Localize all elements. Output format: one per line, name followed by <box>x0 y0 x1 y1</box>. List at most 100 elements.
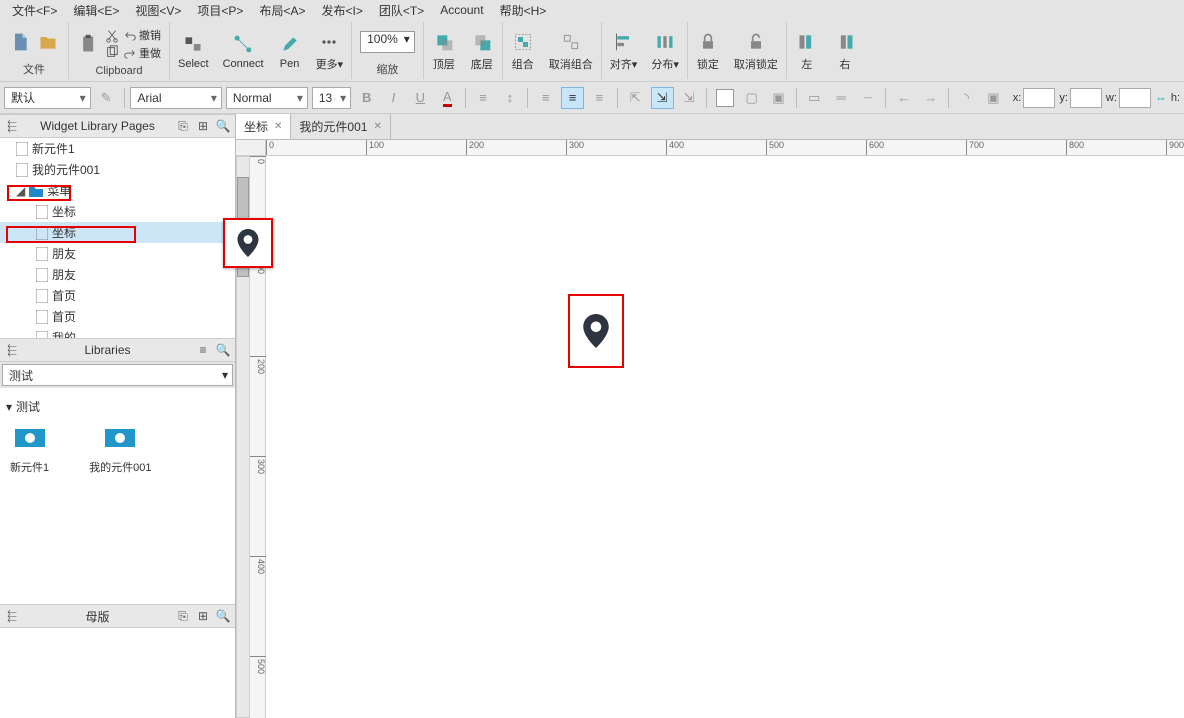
open-file-icon[interactable] <box>36 30 60 54</box>
ribbon-order-group: 顶层 底层 <box>424 22 503 79</box>
document-tabs: 坐标✕ 我的元件001✕ <box>236 114 1184 140</box>
tree-page[interactable]: 新元件1 <box>0 138 235 159</box>
close-icon[interactable]: ✕ <box>373 121 381 132</box>
bullets-button[interactable]: ≡ <box>472 87 495 109</box>
add-sibling-icon[interactable]: ⎘ <box>175 608 191 624</box>
align-center-text-button[interactable]: ≡ <box>561 87 584 109</box>
search-icon[interactable]: 🔍 <box>215 608 231 624</box>
tab[interactable]: 我的元件001✕ <box>291 114 390 139</box>
menu-project[interactable]: 项目<P> <box>189 0 251 21</box>
ribbon-align-group: 对齐▾ 分布▾ <box>602 22 688 79</box>
more-tools-icon[interactable] <box>317 30 341 54</box>
zoom-select[interactable]: 100% <box>360 31 415 53</box>
valign-bottom-button[interactable]: ⇲ <box>678 87 701 109</box>
menu-help[interactable]: 帮助<H> <box>492 0 555 21</box>
font-color-button[interactable]: A <box>436 87 459 109</box>
distribute-icon[interactable] <box>653 30 677 54</box>
library-widget[interactable]: 我的元件001 <box>89 429 151 475</box>
redo-button[interactable]: 重做 <box>123 45 161 61</box>
tree-folder[interactable]: ◢菜单 <box>0 180 235 201</box>
canvas[interactable] <box>266 156 1184 718</box>
menu-view[interactable]: 视图<V> <box>127 0 189 21</box>
tree-page[interactable]: 我的 <box>0 327 235 338</box>
tree-page[interactable]: 朋友 <box>0 243 235 264</box>
x-input[interactable] <box>1023 88 1055 108</box>
menu-arrange[interactable]: 布局<A> <box>251 0 313 21</box>
search-icon[interactable]: 🔍 <box>215 342 231 358</box>
y-input[interactable] <box>1070 88 1102 108</box>
underline-button[interactable]: U <box>409 87 432 109</box>
border-width-button[interactable]: ═ <box>830 87 853 109</box>
menu-icon[interactable]: ≡ <box>195 342 211 358</box>
align-left-icon[interactable] <box>795 30 819 54</box>
font-size-select[interactable]: 13 <box>312 87 351 109</box>
paste-icon[interactable] <box>77 32 101 56</box>
outer-shadow-button[interactable]: ▢ <box>740 87 763 109</box>
cut-icon[interactable] <box>105 29 119 43</box>
collapse-icon[interactable]: ⬱ <box>4 342 20 358</box>
search-icon[interactable]: 🔍 <box>215 118 231 134</box>
add-sibling-icon[interactable]: ⎘ <box>175 118 191 134</box>
align-right-text-button[interactable]: ≡ <box>588 87 611 109</box>
tree-page[interactable]: 坐标 <box>0 201 235 222</box>
paint-format-icon[interactable]: ✎ <box>95 87 118 109</box>
style-select[interactable]: 默认 <box>4 87 91 109</box>
lock-icon[interactable] <box>696 30 720 54</box>
copy-icon[interactable] <box>105 45 119 59</box>
unlock-icon[interactable] <box>744 30 768 54</box>
fill-color-button[interactable] <box>713 87 736 109</box>
menu-publish[interactable]: 发布<I> <box>313 0 370 21</box>
close-icon[interactable]: ✕ <box>274 121 282 132</box>
undo-button[interactable]: 撤销 <box>123 27 161 43</box>
valign-top-button[interactable]: ⇱ <box>624 87 647 109</box>
tree-page[interactable]: 朋友 <box>0 264 235 285</box>
y-label: y: <box>1059 92 1068 104</box>
tree-page[interactable]: 首页 <box>0 285 235 306</box>
group-icon[interactable] <box>511 30 535 54</box>
library-select[interactable]: 测试 <box>2 364 233 386</box>
line-end2-button[interactable]: → <box>919 87 942 109</box>
location-pin-widget[interactable] <box>568 294 624 368</box>
collapse-icon[interactable]: ⬱ <box>4 608 20 624</box>
connect-tool-icon[interactable] <box>231 32 255 56</box>
line-end1-button[interactable]: ← <box>892 87 915 109</box>
tree-page-selected[interactable]: 坐标 <box>0 222 235 243</box>
padding-button[interactable]: ▣ <box>982 87 1005 109</box>
border-style-button[interactable]: ┈ <box>857 87 880 109</box>
tree-page[interactable]: 首页 <box>0 306 235 327</box>
library-widget[interactable]: 新元件1 <box>10 429 49 475</box>
valign-middle-button[interactable]: ⇲ <box>651 87 674 109</box>
corner-radius-button[interactable]: ◝ <box>955 87 978 109</box>
align-right-icon[interactable] <box>833 30 857 54</box>
bring-front-icon[interactable] <box>432 30 456 54</box>
w-input[interactable] <box>1119 88 1151 108</box>
menu-account[interactable]: Account <box>432 1 491 19</box>
lock-ratio-icon[interactable]: ⇔ <box>1155 91 1167 105</box>
menu-team[interactable]: 团队<T> <box>371 0 432 21</box>
add-child-icon[interactable]: ⊞ <box>195 118 211 134</box>
italic-button[interactable]: I <box>382 87 405 109</box>
align-icon[interactable] <box>612 30 636 54</box>
tree-page[interactable]: 我的元件001 <box>0 159 235 180</box>
inner-shadow-button[interactable]: ▣ <box>767 87 790 109</box>
bold-button[interactable]: B <box>355 87 378 109</box>
border-color-button[interactable]: ▭ <box>803 87 826 109</box>
pages-tree: 新元件1 我的元件001 ◢菜单 坐标 坐标 朋友 朋友 首页 首页 我的 <box>0 138 235 338</box>
send-back-icon[interactable] <box>470 30 494 54</box>
widget-thumbnail <box>15 429 45 447</box>
library-group[interactable]: ▾测试 <box>6 394 229 419</box>
ungroup-icon[interactable] <box>559 30 583 54</box>
pages-title: Widget Library Pages <box>24 119 171 133</box>
add-child-icon[interactable]: ⊞ <box>195 608 211 624</box>
menu-file[interactable]: 文件<F> <box>4 0 65 21</box>
font-select[interactable]: Arial <box>130 87 221 109</box>
tab-active[interactable]: 坐标✕ <box>236 114 291 139</box>
pen-tool-icon[interactable] <box>278 32 302 56</box>
collapse-icon[interactable]: ⬱ <box>4 118 20 134</box>
font-weight-select[interactable]: Normal <box>226 87 308 109</box>
menu-edit[interactable]: 编辑<E> <box>65 0 127 21</box>
align-left-text-button[interactable]: ≡ <box>534 87 557 109</box>
select-tool-icon[interactable] <box>181 32 205 56</box>
new-file-icon[interactable] <box>8 30 32 54</box>
line-spacing-button[interactable]: ↕ <box>498 87 521 109</box>
